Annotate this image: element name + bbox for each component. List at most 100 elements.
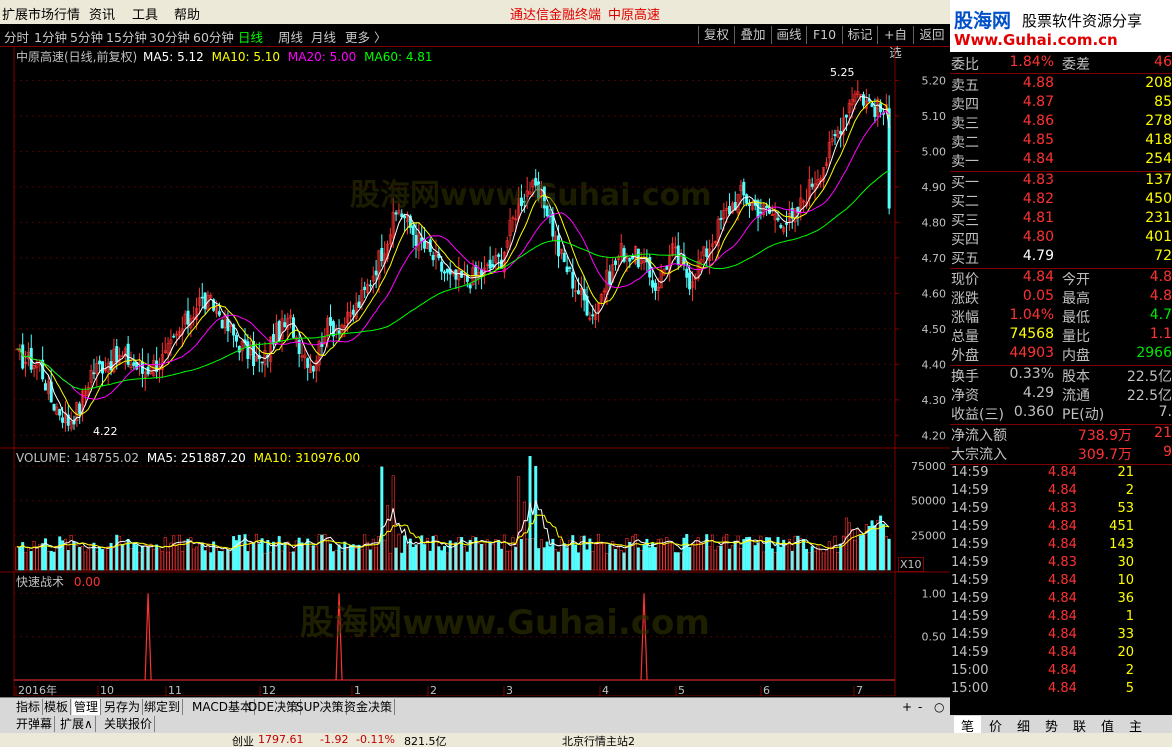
volume-bar: [334, 549, 338, 571]
menu-news[interactable]: 资讯: [89, 4, 115, 23]
volume-bar: [197, 543, 201, 571]
indicator-tab-2[interactable]: 管理: [72, 699, 102, 715]
period-tab-2[interactable]: 5分钟: [70, 27, 103, 46]
candle-body: [234, 335, 238, 342]
volume-bar: [799, 538, 803, 571]
candle-body: [115, 346, 119, 363]
toolbar-button-6[interactable]: 返回: [913, 26, 950, 44]
add-tab-icon[interactable]: +: [900, 699, 914, 715]
period-tab-3[interactable]: 15分钟: [106, 27, 147, 46]
tick-volume: 143: [1109, 537, 1134, 552]
period-tab-6[interactable]: 日线: [238, 27, 263, 46]
function-tab-1[interactable]: 扩展∧: [58, 716, 96, 732]
sell-row[interactable]: 卖三 4.86 278: [950, 113, 1172, 132]
volume-bar: [152, 548, 156, 571]
sell-row[interactable]: 卖四 4.87 85: [950, 94, 1172, 113]
tick-price: 4.84: [1048, 537, 1077, 552]
toolbar-button-1[interactable]: 叠加: [734, 26, 771, 44]
indicator-tab-3[interactable]: 另存为: [102, 699, 144, 715]
candle-body: [431, 255, 435, 261]
toolbar-button-2[interactable]: 画线: [771, 26, 806, 44]
volume-bar: [343, 541, 347, 571]
candle-body: [810, 183, 814, 187]
tick-time: 14:59: [951, 555, 989, 570]
status-index-amount: 821.5亿: [404, 735, 447, 747]
volume-bar: [676, 552, 680, 571]
period-tab-7[interactable]: 周线: [278, 27, 303, 46]
fundamental-row: 换手 0.33% 股本 22.5亿: [950, 366, 1172, 385]
volume-bar: [819, 549, 823, 571]
indicator-tab-6[interactable]: DDE决策: [246, 699, 302, 715]
tick-row: 14:59 4.84 33: [950, 627, 1172, 645]
volume-bar: [779, 546, 783, 571]
toolbar-button-5[interactable]: +自选: [877, 26, 913, 60]
close-tab-icon[interactable]: ○: [932, 699, 946, 715]
toolbar-button-4[interactable]: 标记: [842, 26, 877, 44]
candle-body: [331, 321, 335, 337]
toolbar-button-0[interactable]: 复权: [698, 26, 734, 44]
volume-tick-label: 25000: [911, 529, 946, 542]
volume-bar: [41, 543, 45, 571]
fund-flow-extra: 21: [1154, 425, 1172, 441]
candle-body: [565, 266, 569, 273]
sell-price: 4.86: [1022, 113, 1054, 129]
price-tick-label: 4.40: [922, 358, 947, 371]
sell-row[interactable]: 卖一 4.84 254: [950, 151, 1172, 170]
volume-bar: [625, 537, 629, 571]
volume-bar: [688, 546, 692, 571]
volume-bar: [192, 548, 196, 571]
period-tab-1[interactable]: 1分钟: [34, 27, 67, 46]
period-tab-8[interactable]: 月线: [311, 27, 336, 46]
sell-row[interactable]: 卖二 4.85 418: [950, 132, 1172, 151]
volume-bar: [146, 546, 150, 571]
stat-value-2: 4.8: [1149, 269, 1172, 285]
volume-value: VOLUME: 148755.02: [16, 451, 139, 465]
menu-help[interactable]: 帮助: [174, 4, 200, 23]
buy-row[interactable]: 买四 4.80 401: [950, 229, 1172, 248]
x-axis-label: 10: [100, 684, 114, 696]
volume-bar: [129, 548, 133, 571]
status-site[interactable]: 北京行情主站2: [562, 733, 635, 747]
indicator-tab-8[interactable]: 资金决策: [342, 699, 396, 715]
period-tab-5[interactable]: 60分钟: [193, 27, 234, 46]
volume-bar: [240, 543, 244, 571]
minus-tab-icon[interactable]: -: [916, 699, 924, 715]
volume-bar: [802, 538, 806, 571]
buy-row[interactable]: 买三 4.81 231: [950, 210, 1172, 229]
indicator-tab-4[interactable]: 绑定到: [142, 699, 184, 715]
toolbar-button-3[interactable]: F10: [806, 26, 842, 44]
buy-row[interactable]: 买五 4.79 72: [950, 248, 1172, 267]
menu-tools[interactable]: 工具: [132, 4, 158, 23]
indicator-tab-1[interactable]: 模板: [42, 699, 72, 715]
candle-body: [591, 314, 595, 317]
sell-volume: 254: [1145, 151, 1172, 167]
volume-bar: [391, 475, 395, 571]
volume-bar: [135, 544, 139, 571]
volume-bar: [608, 544, 612, 571]
period-tab-9[interactable]: 更多 〉: [345, 27, 386, 46]
volume-bar: [591, 550, 595, 571]
volume-bar: [847, 522, 851, 571]
volume-bar: [554, 549, 558, 571]
volume-bar: [340, 551, 344, 571]
chart-stock-name: 中原高速(日线,前复权): [16, 50, 138, 64]
buy-row[interactable]: 买一 4.83 137: [950, 172, 1172, 191]
sell-row[interactable]: 卖五 4.88 208: [950, 75, 1172, 94]
indicator-tab-0[interactable]: 指标: [14, 699, 44, 715]
period-tab-4[interactable]: 30分钟: [149, 27, 190, 46]
volume-bar: [477, 543, 481, 571]
tick-row: 14:59 4.83 53: [950, 501, 1172, 519]
buy-row[interactable]: 买二 4.82 450: [950, 191, 1172, 210]
function-tab-0[interactable]: 开弹幕: [14, 716, 56, 732]
volume-bar: [160, 551, 164, 571]
function-tab-2[interactable]: 关联报价: [102, 716, 156, 732]
candle-body: [101, 361, 105, 374]
indicator-tab-7[interactable]: SUP决策: [294, 699, 347, 715]
volume-bar: [172, 535, 176, 571]
buy-level-label: 买一: [951, 175, 979, 191]
sell-volume: 278: [1145, 113, 1172, 129]
stat-value: 4.84: [1022, 269, 1054, 285]
menu-ext-market[interactable]: 扩展市场行情: [2, 4, 80, 23]
period-tab-0[interactable]: 分时: [4, 27, 29, 46]
volume-bar: [480, 543, 484, 571]
